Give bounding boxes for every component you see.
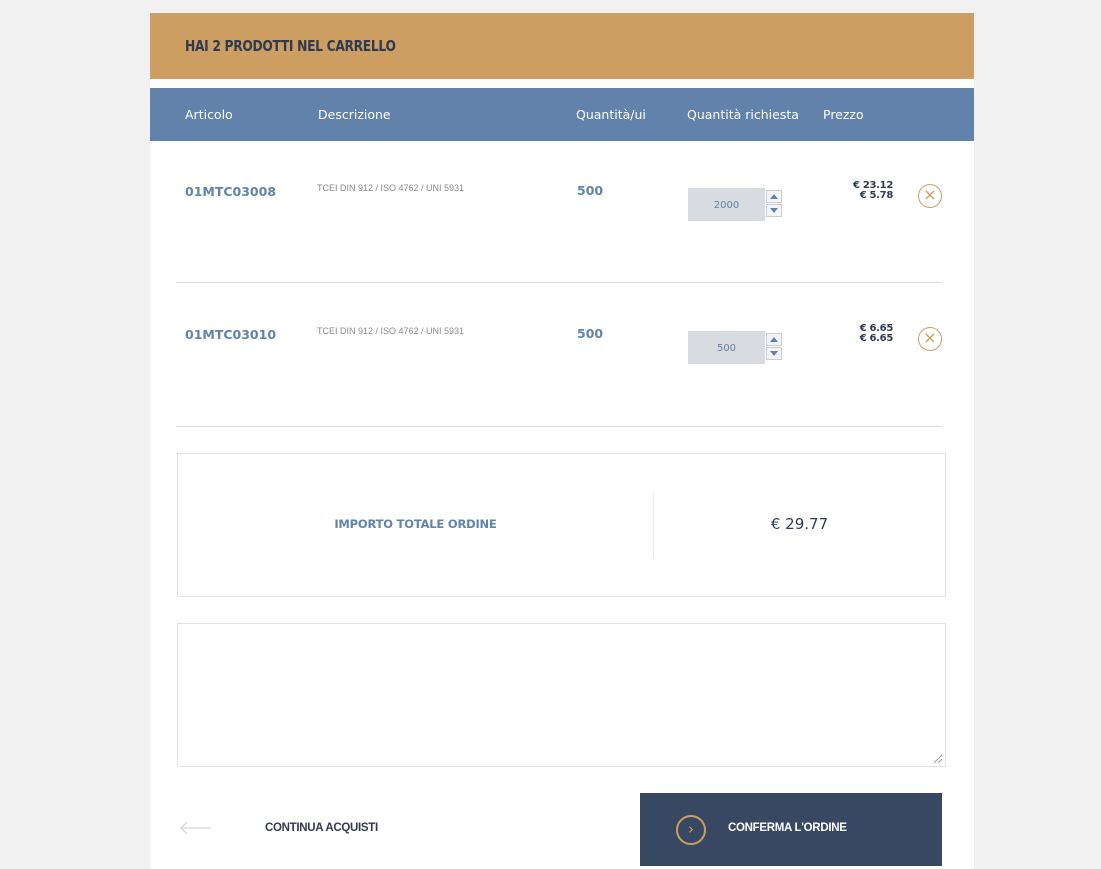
order-total-label: IMPORTO TOTALE ORDINE [334, 517, 497, 531]
chevron-right-circle-icon: › [676, 815, 706, 845]
arrow-left-icon [180, 821, 211, 835]
close-circle-icon: × [923, 328, 937, 347]
confirm-order-label: CONFERMA L'ORDINE [728, 822, 847, 834]
remove-item-button[interactable]: × [918, 327, 942, 351]
qty-requested-input[interactable] [688, 188, 765, 221]
row-divider [176, 282, 942, 283]
cart-row: 01MTC03008 TCEI DIN 912 / ISO 4762 / UNI… [150, 141, 974, 284]
remove-item-button[interactable]: × [918, 184, 942, 208]
qty-decrease-button[interactable] [766, 347, 782, 360]
order-total-value: € 29.77 [770, 515, 829, 533]
column-price: Prezzo [823, 107, 864, 122]
qty-requested-input[interactable] [688, 331, 765, 364]
qty-decrease-button[interactable] [766, 204, 782, 217]
column-article: Articolo [185, 107, 233, 122]
confirm-order-button[interactable]: › CONFERMA L'ORDINE [640, 793, 942, 866]
article-code[interactable]: 01MTC03008 [185, 184, 276, 199]
qty-per-unit: 500 [577, 326, 604, 341]
cart-page: HAI 2 PRODOTTI NEL CARRELLO Articolo Des… [150, 13, 974, 869]
close-circle-icon: × [923, 185, 937, 204]
table-header: Articolo Descrizione Quantità/ui Quantit… [150, 88, 974, 141]
order-notes-textarea[interactable] [177, 623, 946, 767]
cart-title: HAI 2 PRODOTTI NEL CARRELLO [185, 37, 396, 55]
price-unit: € 5.78 [859, 190, 894, 201]
column-description: Descrizione [318, 107, 391, 122]
cart-header: HAI 2 PRODOTTI NEL CARRELLO [150, 13, 974, 79]
column-qty-requested: Quantità richiesta [687, 107, 799, 122]
price: € 23.12 € 5.78 [853, 181, 893, 201]
row-divider [176, 426, 942, 427]
article-description: TCEI DIN 912 / ISO 4762 / UNI 5931 [317, 326, 465, 336]
qty-increase-button[interactable] [766, 190, 782, 203]
column-qty-ui: Quantità/ui [576, 107, 646, 122]
qty-per-unit: 500 [577, 183, 604, 198]
price-unit: € 6.65 [859, 333, 894, 344]
article-code[interactable]: 01MTC03010 [185, 327, 276, 342]
continue-shopping-label: CONTINUA ACQUISTI [265, 822, 378, 834]
order-total-box: IMPORTO TOTALE ORDINE € 29.77 [177, 453, 946, 597]
price: € 6.65 € 6.65 [859, 324, 894, 344]
resize-grip-icon[interactable] [931, 752, 943, 764]
cart-row: 01MTC03010 TCEI DIN 912 / ISO 4762 / UNI… [150, 284, 974, 427]
continue-shopping-button[interactable]: CONTINUA ACQUISTI [178, 793, 438, 863]
article-description: TCEI DIN 912 / ISO 4762 / UNI 5931 [317, 183, 465, 193]
qty-increase-button[interactable] [766, 333, 782, 346]
